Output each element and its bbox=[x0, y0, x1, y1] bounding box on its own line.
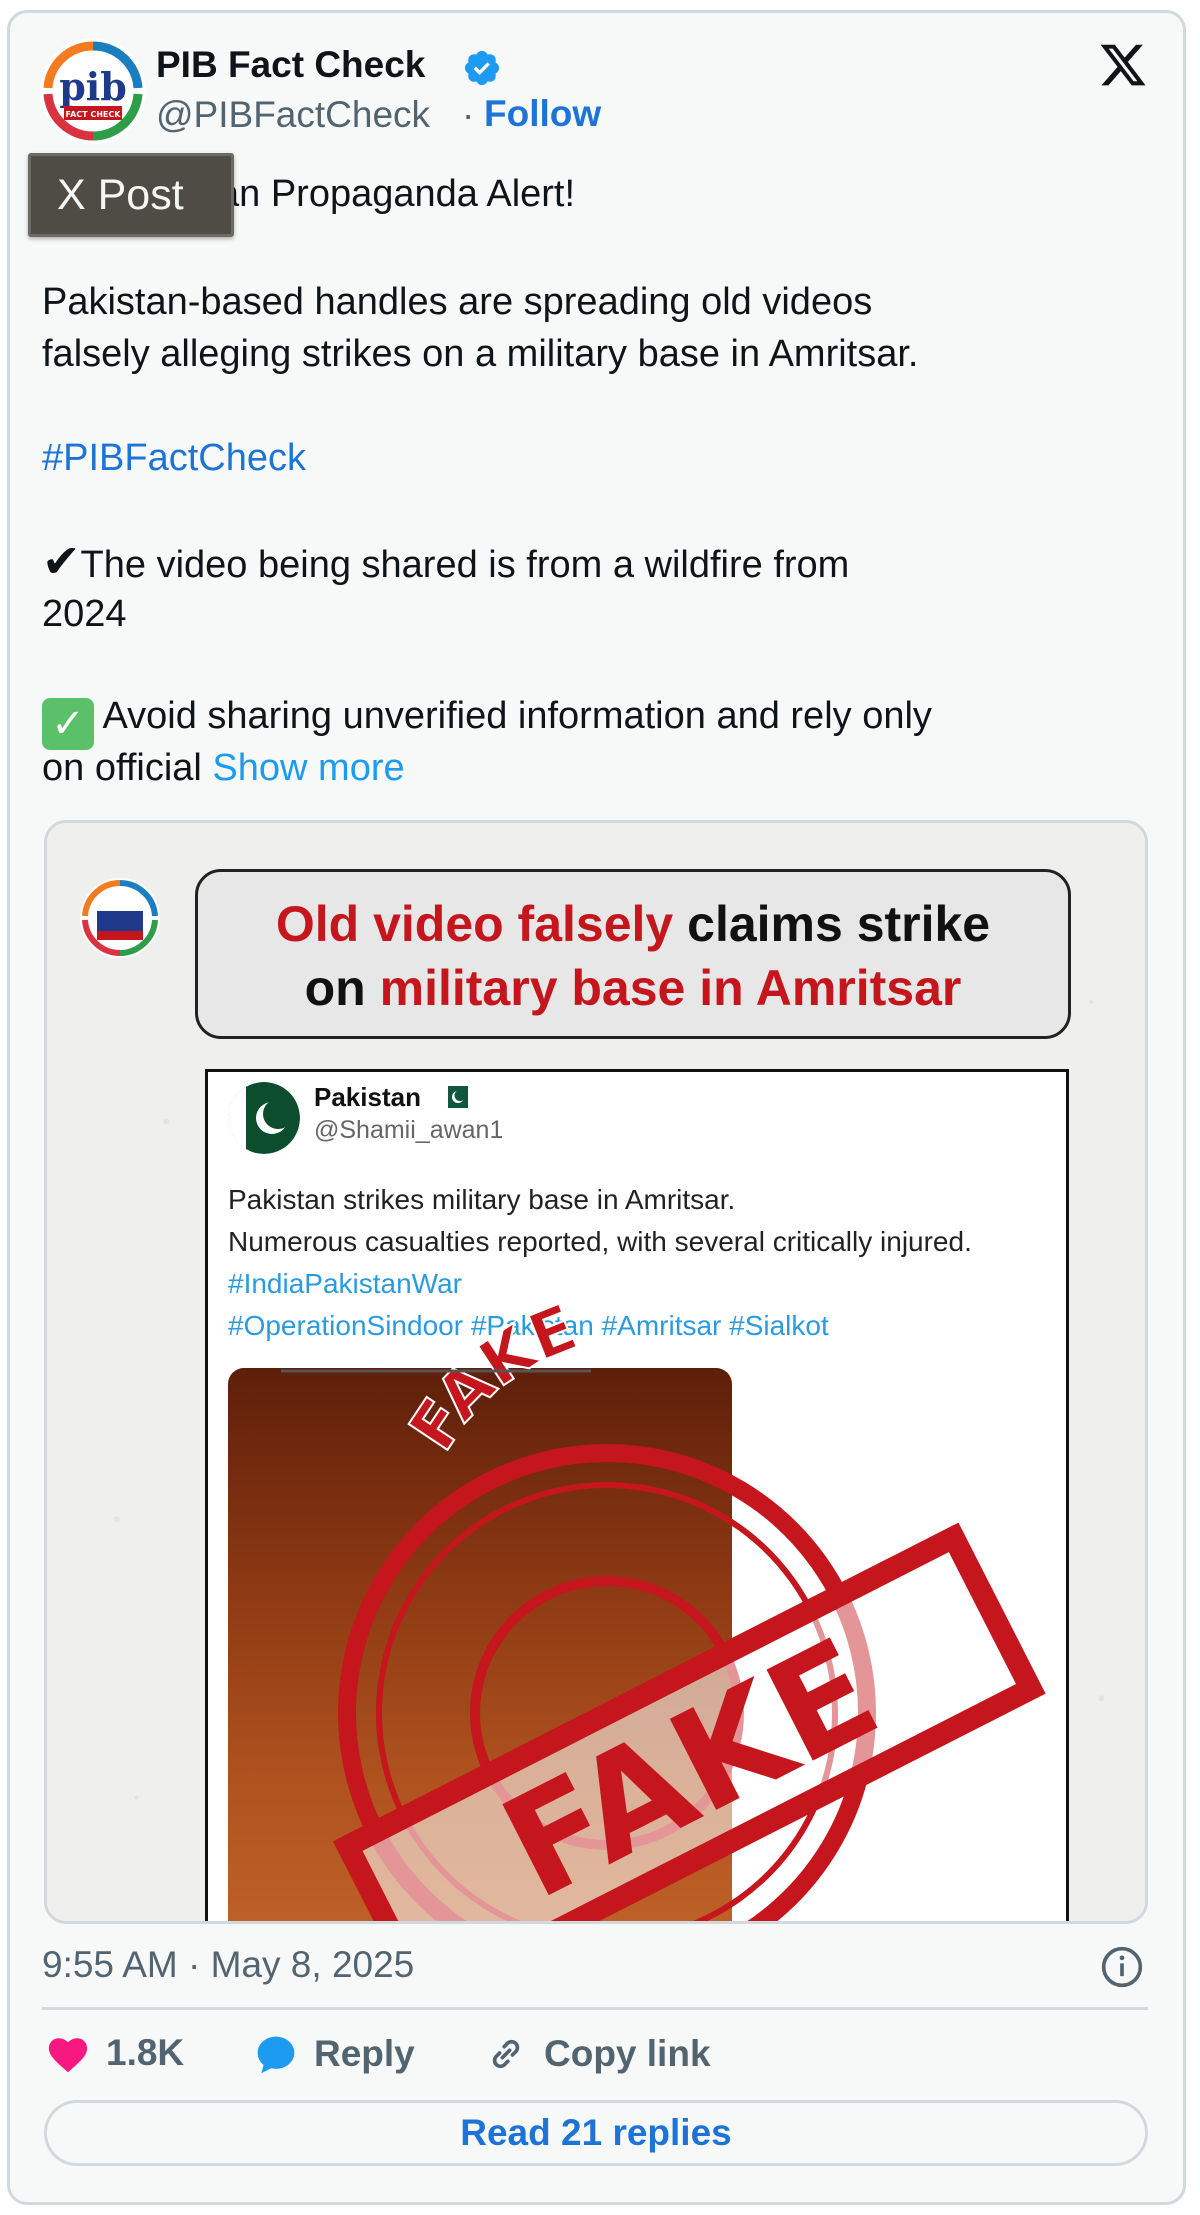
follow-link[interactable]: Follow bbox=[484, 93, 601, 135]
post-timestamp[interactable]: 9:55 AM · May 8, 2025 bbox=[42, 1944, 414, 1986]
check-mark-icon: ✔ bbox=[42, 535, 81, 587]
heart-icon bbox=[48, 2038, 88, 2073]
pib-logo-icon: pib FACT CHECK bbox=[41, 39, 145, 143]
quoted-hashtags: #IndiaPakistanWar bbox=[228, 1268, 462, 1299]
reply-label: Reply bbox=[314, 2033, 415, 2074]
show-more-link[interactable]: Show more bbox=[212, 747, 404, 789]
avatar-logo-text: pib bbox=[59, 64, 127, 109]
headline-text-black: on bbox=[304, 960, 366, 1016]
link-icon bbox=[492, 2039, 520, 2069]
pib-logo-icon bbox=[80, 878, 160, 958]
post-text-segment: The video being shared is from a wildfir… bbox=[80, 544, 850, 586]
reply-button[interactable]: Reply bbox=[254, 2032, 415, 2076]
post-text-line: ✓ Avoid sharing unverified information a… bbox=[42, 690, 932, 750]
headline-banner: Old video falsely claims strike on milit… bbox=[195, 869, 1071, 1039]
tooltip-x-post: X Post bbox=[28, 153, 234, 237]
quoted-tweet-screenshot: Pakistan @Shamii_awan1 Pakistan strikes … bbox=[205, 1069, 1069, 1921]
quoted-text-line: Numerous casualties reported, with sever… bbox=[228, 1226, 972, 1257]
copy-link-label: Copy link bbox=[544, 2033, 711, 2074]
post-text-segment: on official bbox=[42, 747, 202, 789]
post-media-image[interactable]: Old video falsely claims strike on milit… bbox=[44, 820, 1148, 1924]
pakistan-flag-icon bbox=[442, 1086, 468, 1108]
quoted-author-handle: @Shamii_awan1 bbox=[314, 1116, 504, 1144]
footer-divider bbox=[42, 2007, 1148, 2010]
pakistan-avatar-icon bbox=[228, 1082, 300, 1154]
verified-badge-icon bbox=[464, 50, 500, 86]
quoted-author-name: Pakistan bbox=[314, 1082, 421, 1112]
post-text-line: an Propaganda Alert! bbox=[218, 173, 576, 215]
like-count: 1.8K bbox=[106, 2032, 185, 2073]
headline-text-red: military base in Amritsar bbox=[379, 960, 962, 1016]
copy-link-button[interactable]: Copy link bbox=[484, 2032, 711, 2076]
post-text-line: falsely alleging strikes on a military b… bbox=[42, 333, 919, 375]
reply-bubble-icon bbox=[257, 2036, 295, 2074]
author-avatar[interactable]: pib FACT CHECK bbox=[40, 38, 146, 144]
quoted-text-line: Pakistan strikes military base in Amrits… bbox=[228, 1184, 736, 1215]
wildfire-video-thumbnail bbox=[228, 1368, 732, 1921]
avatar-logo-subtext: FACT CHECK bbox=[66, 110, 122, 119]
x-logo-icon[interactable] bbox=[1098, 40, 1148, 90]
post-text-line: 2024 bbox=[42, 593, 127, 635]
post-text-line: Pakistan-based handles are spreading old… bbox=[42, 281, 873, 323]
separator-dot: · bbox=[462, 94, 475, 135]
author-handle[interactable]: @PIBFactCheck bbox=[156, 94, 430, 136]
post-text-segment: Avoid sharing unverified information and… bbox=[102, 695, 932, 737]
post-text-line: ✔The video being shared is from a wildfi… bbox=[42, 535, 849, 591]
headline-text-red: Old video falsely bbox=[275, 896, 674, 952]
read-replies-button[interactable]: Read 21 replies bbox=[44, 2100, 1148, 2166]
info-icon[interactable] bbox=[1100, 1945, 1144, 1989]
post-text-line: on official Show more bbox=[42, 742, 405, 794]
headline-text-black: claims strike bbox=[687, 896, 991, 952]
hashtag-link[interactable]: #PIBFactCheck bbox=[42, 432, 306, 484]
quoted-hashtags: #OperationSindoor #Pakistan #Amritsar #S… bbox=[228, 1310, 829, 1341]
like-button[interactable]: 1.8K bbox=[46, 2032, 184, 2074]
author-name[interactable]: PIB Fact Check bbox=[156, 44, 425, 86]
